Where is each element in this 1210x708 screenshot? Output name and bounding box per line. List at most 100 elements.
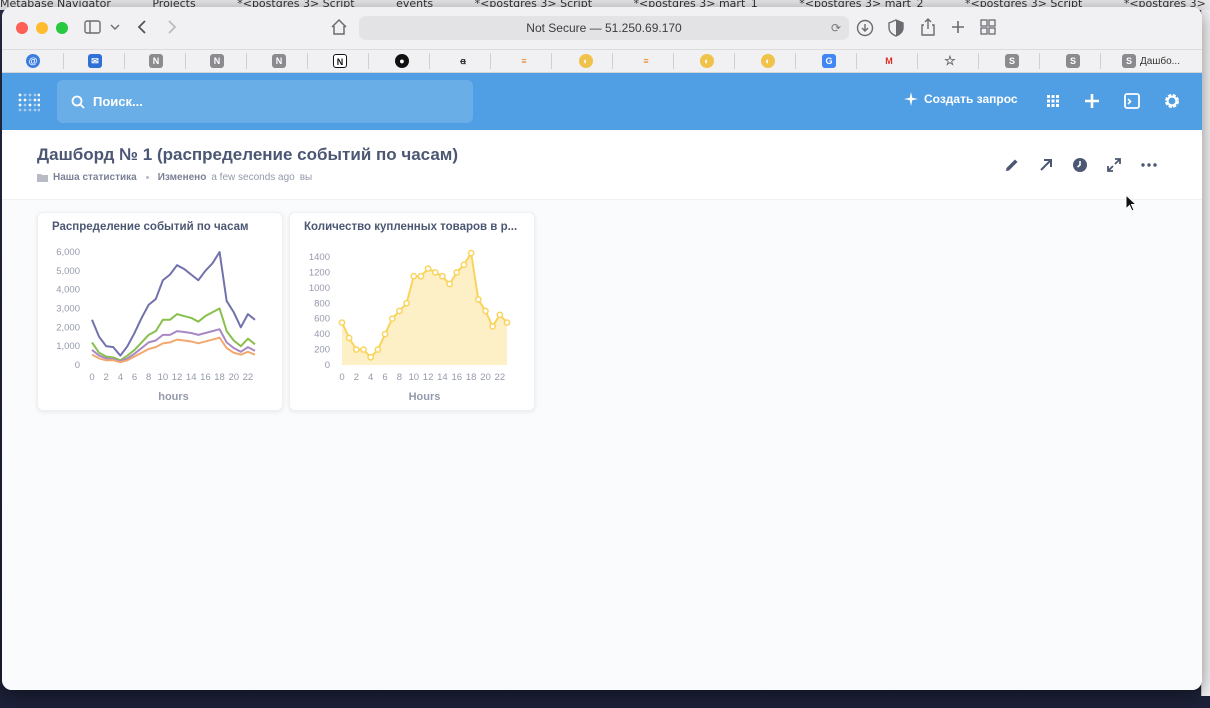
data-point[interactable] <box>431 269 439 276</box>
bookmark-notion-icon[interactable]: N <box>333 54 347 68</box>
x-axis-label: Hours <box>409 391 441 403</box>
metabase-logo-icon[interactable] <box>18 91 40 113</box>
bookmark-s-icon: S <box>1122 54 1136 68</box>
bookmark-stackoverflow-icon[interactable]: ≡ <box>517 54 531 68</box>
y-tick-label: 200 <box>314 345 330 356</box>
data-point[interactable] <box>374 346 382 353</box>
y-tick-label: 6,000 <box>56 247 80 258</box>
bookmark-round-icon[interactable]: ◐ <box>761 54 775 68</box>
data-point[interactable] <box>474 296 482 303</box>
sidebar-toggle-icon[interactable] <box>84 19 102 35</box>
more-options-icon[interactable] <box>1140 156 1158 174</box>
data-point[interactable] <box>360 346 367 353</box>
collection-link[interactable]: Наша статистика <box>53 172 137 183</box>
reload-icon[interactable]: ⟳ <box>831 16 841 40</box>
search-input[interactable]: Поиск... <box>57 80 473 123</box>
data-point[interactable] <box>388 315 396 323</box>
share-icon[interactable] <box>920 17 936 37</box>
bookmark-round-icon[interactable]: ◐ <box>579 54 593 68</box>
new-question-button[interactable]: Создать запрос <box>904 92 1018 106</box>
bookmark-star-icon[interactable]: ☆ <box>943 54 957 68</box>
sql-editor-icon[interactable] <box>1122 91 1142 111</box>
x-tick-label: 0 <box>339 372 344 383</box>
y-tick-label: 0 <box>325 360 330 371</box>
series-line[interactable] <box>91 307 256 362</box>
data-point[interactable] <box>410 272 418 280</box>
data-point[interactable] <box>381 330 389 338</box>
download-icon[interactable] <box>856 19 874 37</box>
gear-icon[interactable] <box>1162 91 1182 111</box>
data-point[interactable] <box>489 323 497 330</box>
new-tab-icon[interactable] <box>950 19 966 35</box>
bookmark-s-icon[interactable]: S <box>1066 54 1080 68</box>
history-clock-icon[interactable] <box>1071 156 1089 174</box>
shield-icon[interactable] <box>888 19 904 37</box>
bookmark-github-icon[interactable]: ● <box>395 54 409 68</box>
bookmark-n-icon[interactable]: N <box>272 54 286 68</box>
bookmark-logo-icon[interactable]: ꬰ <box>456 54 470 68</box>
bookmark-round-icon[interactable]: ◐ <box>700 54 714 68</box>
y-tick-label: 1000 <box>309 283 330 294</box>
edited-label[interactable]: Изменено <box>158 172 207 183</box>
bookmark-n-icon[interactable]: N <box>210 54 224 68</box>
dashboard-header: Дашборд № 1 (распределение событий по ча… <box>2 130 1202 200</box>
add-icon[interactable] <box>1082 91 1102 111</box>
dashboard-title[interactable]: Дашборд № 1 (распределение событий по ча… <box>37 145 458 165</box>
close-window-button[interactable] <box>16 22 28 34</box>
fullscreen-icon[interactable] <box>1105 156 1123 174</box>
data-point[interactable] <box>446 280 453 288</box>
x-tick-label: 6 <box>132 372 137 383</box>
data-point[interactable] <box>417 272 425 280</box>
data-point[interactable] <box>460 261 468 269</box>
x-tick-label: 18 <box>466 372 477 383</box>
data-point[interactable] <box>403 299 410 307</box>
forward-arrow-icon[interactable] <box>166 19 178 35</box>
x-axis-label: hours <box>158 391 189 403</box>
x-tick-label: 2 <box>104 372 109 383</box>
x-tick-label: 10 <box>408 372 419 383</box>
bookmark-n-icon[interactable]: N <box>149 54 163 68</box>
data-point[interactable] <box>453 269 461 276</box>
folder-icon <box>37 174 48 182</box>
y-tick-label: 800 <box>314 298 330 309</box>
minimize-window-button[interactable] <box>36 22 48 34</box>
data-point[interactable] <box>503 319 511 326</box>
address-bar[interactable]: Not Secure — 51.250.69.170 ⟳ <box>359 16 849 40</box>
data-point[interactable] <box>367 353 375 361</box>
line-chart: 01,0002,0003,0004,0005,0006,0000 2 4 6 8 10 12… <box>56 247 256 403</box>
home-icon[interactable] <box>330 18 348 36</box>
data-point[interactable] <box>345 334 353 342</box>
dashcard-purchased-items[interactable]: Количество купленных товаров в р... 0 200… <box>289 212 535 411</box>
bookmark-s-icon[interactable]: S <box>1005 54 1019 68</box>
data-point[interactable] <box>467 249 475 257</box>
x-tick-label: 16 <box>451 372 462 383</box>
share-arrow-icon[interactable] <box>1037 156 1055 174</box>
bookmark-stackoverflow-icon[interactable]: ≡ <box>639 54 653 68</box>
series-line[interactable] <box>91 328 256 363</box>
grid-icon[interactable] <box>1043 91 1063 111</box>
bookmark-at-icon[interactable]: @ <box>26 54 40 68</box>
bookmark-mail-icon[interactable]: ✉ <box>88 54 102 68</box>
zoom-window-button[interactable] <box>56 22 68 34</box>
bookmark-gmail-icon[interactable]: M <box>882 54 896 68</box>
x-tick-label: 14 <box>186 372 197 383</box>
back-arrow-icon[interactable] <box>136 19 148 35</box>
data-point[interactable] <box>424 265 432 272</box>
tab-overview-icon[interactable] <box>980 19 996 35</box>
data-point[interactable] <box>496 311 504 319</box>
bookmark-dashboard[interactable]: S Дашбо... <box>1122 54 1180 68</box>
x-tick-label: 10 <box>158 372 169 383</box>
dashcard-events-by-hour[interactable]: Распределение событий по часам 0 1,000 2,0… <box>37 212 283 411</box>
data-point[interactable] <box>352 346 360 353</box>
data-point[interactable] <box>396 307 403 315</box>
bookmark-translate-icon[interactable]: G <box>822 54 836 68</box>
chevron-down-icon[interactable] <box>110 23 120 31</box>
data-point[interactable] <box>482 307 489 315</box>
pencil-icon[interactable] <box>1003 156 1021 174</box>
x-tick-label: 22 <box>243 372 254 383</box>
x-tick-label: 20 <box>228 372 239 383</box>
data-point[interactable] <box>439 272 446 280</box>
data-point[interactable] <box>338 319 346 326</box>
area-chart: 02004006008001000120014000 2 4 6 8 10 12 14 16 18… <box>309 249 511 403</box>
x-tick-label: 4 <box>368 372 373 383</box>
